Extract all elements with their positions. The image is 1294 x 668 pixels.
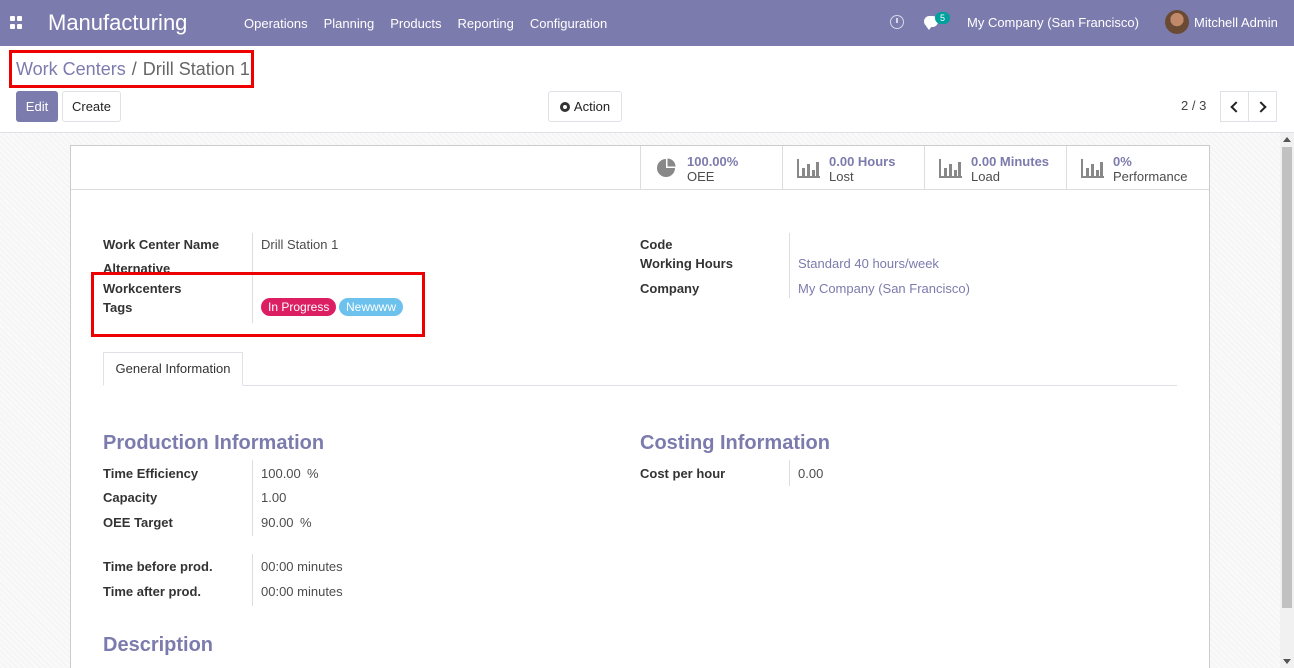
cost-per-hour-label: Cost per hour [640, 466, 726, 481]
scroll-down-arrow-icon[interactable] [1283, 659, 1291, 664]
action-label: Action [573, 99, 611, 114]
form-view-content: 100.00% OEE 0.00 Hours Lost 0.00 Minutes… [0, 133, 1280, 668]
apps-grid-icon[interactable] [10, 16, 23, 29]
cost-per-hour-value: 0.00 [798, 466, 824, 481]
production-information-title: Production Information [103, 432, 325, 454]
code-label: Code [640, 237, 673, 252]
pie-chart-icon [657, 158, 676, 177]
chat-count-badge: 5 [935, 12, 951, 24]
main-menu: Operations Planning Products Reporting C… [236, 0, 615, 46]
tab-underline [103, 385, 1177, 386]
menu-operations[interactable]: Operations [236, 16, 316, 31]
tab-general-information[interactable]: General Information [103, 352, 243, 386]
time-efficiency-label: Time Efficiency [103, 466, 199, 481]
working-hours-link[interactable]: Standard 40 hours/week [798, 256, 939, 271]
form-sheet: 100.00% OEE 0.00 Hours Lost 0.00 Minutes… [70, 145, 1210, 668]
menu-products[interactable]: Products [382, 16, 449, 31]
stat-label: Performance [1113, 169, 1188, 184]
stat-label: OEE [687, 169, 715, 184]
stat-button-oee[interactable]: 100.00% OEE [640, 146, 782, 189]
stat-button-lost[interactable]: 0.00 Hours Lost [782, 146, 924, 189]
stat-label: Load [971, 169, 1000, 184]
user-menu[interactable]: Mitchell Admin [1194, 15, 1278, 30]
company-label: Company [640, 281, 700, 296]
chevron-right-icon [1255, 100, 1267, 113]
top-navbar: Manufacturing Operations Planning Produc… [0, 0, 1294, 46]
menu-configuration[interactable]: Configuration [522, 16, 615, 31]
create-button[interactable]: Create [62, 91, 121, 122]
company-switcher[interactable]: My Company (San Francisco) [967, 15, 1139, 30]
menu-planning[interactable]: Planning [316, 16, 383, 31]
bar-chart-icon [939, 159, 962, 178]
edit-button[interactable]: Edit [16, 91, 58, 122]
stat-value: 0% [1113, 154, 1132, 169]
bar-chart-icon [1081, 159, 1104, 178]
stat-button-performance[interactable]: 0% Performance [1066, 146, 1208, 189]
scroll-up-arrow-icon[interactable] [1283, 137, 1291, 142]
capacity-value: 1.00 [261, 490, 287, 505]
oee-target-label: OEE Target [103, 515, 173, 530]
field-divider [252, 554, 253, 606]
scroll-thumb[interactable] [1282, 147, 1292, 608]
time-efficiency-value: 100.00 [261, 466, 301, 481]
stat-value: 0.00 Hours [829, 154, 896, 169]
tags-highlight-box [91, 272, 425, 337]
stat-value: 100.00% [687, 154, 739, 169]
time-after-prod-value: 00:00 minutes [261, 584, 343, 599]
capacity-label: Capacity [103, 490, 158, 505]
pager-value[interactable]: 2 / 3 [1181, 98, 1206, 113]
work-center-name-value: Drill Station 1 [261, 237, 339, 252]
action-button[interactable]: Action [548, 91, 622, 122]
chevron-left-icon [1230, 100, 1242, 113]
breadcrumb-highlight-box [9, 50, 254, 88]
user-avatar[interactable] [1165, 10, 1189, 34]
field-divider [789, 460, 790, 486]
stat-button-load[interactable]: 0.00 Minutes Load [924, 146, 1066, 189]
description-title: Description [103, 634, 214, 656]
time-after-prod-label: Time after prod. [103, 584, 202, 599]
pager-next-button[interactable] [1248, 91, 1277, 122]
pager-previous-button[interactable] [1220, 91, 1249, 122]
costing-information-title: Costing Information [640, 432, 830, 454]
vertical-scrollbar[interactable] [1280, 133, 1294, 668]
time-before-prod-label: Time before prod. [103, 559, 213, 574]
stat-label: Lost [829, 169, 854, 184]
field-divider [789, 233, 790, 298]
bar-chart-icon [797, 159, 820, 178]
company-link[interactable]: My Company (San Francisco) [798, 281, 970, 296]
oee-target-value: 90.00 [261, 515, 294, 530]
oee-target-unit: % [300, 515, 312, 530]
app-title[interactable]: Manufacturing [48, 10, 187, 36]
activity-clock-icon[interactable] [890, 15, 904, 29]
menu-reporting[interactable]: Reporting [450, 16, 522, 31]
stat-button-box: 100.00% OEE 0.00 Hours Lost 0.00 Minutes… [71, 146, 1209, 190]
working-hours-label: Working Hours [640, 256, 733, 271]
time-before-prod-value: 00:00 minutes [261, 559, 343, 574]
stat-value: 0.00 Minutes [971, 154, 1050, 169]
work-center-name-label: Work Center Name [103, 237, 220, 252]
time-efficiency-unit: % [307, 466, 319, 481]
field-divider [252, 460, 253, 536]
control-panel: Work Centers / Drill Station 1 Edit Crea… [0, 46, 1294, 133]
gear-icon [559, 101, 570, 112]
